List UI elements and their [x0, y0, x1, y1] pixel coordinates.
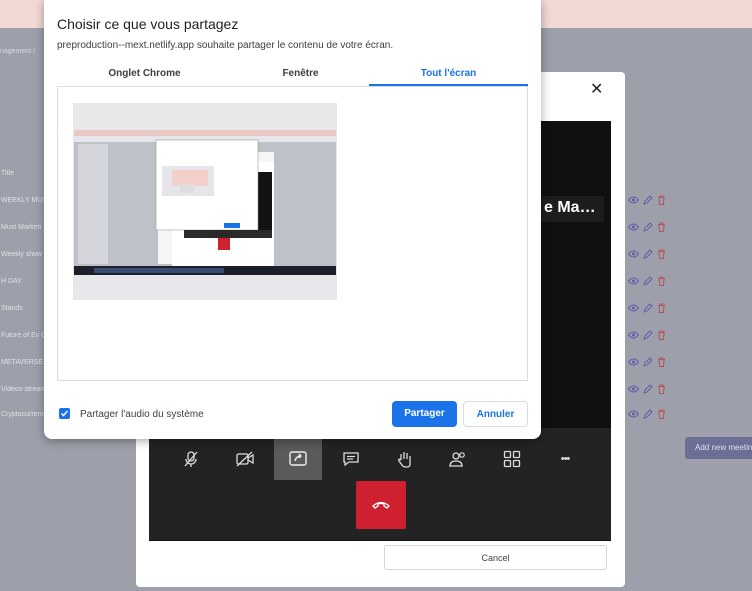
cancel-button[interactable]: Annuler	[463, 401, 528, 427]
hang-up-button[interactable]	[356, 481, 406, 529]
table-row-actions	[628, 222, 666, 232]
delete-icon[interactable]	[657, 195, 666, 205]
column-header-title: Title	[1, 170, 14, 177]
view-icon[interactable]	[628, 304, 639, 312]
table-row-title: Stands	[1, 305, 23, 312]
delete-icon[interactable]	[657, 330, 666, 340]
delete-icon[interactable]	[657, 357, 666, 367]
delete-icon[interactable]	[657, 222, 666, 232]
tab-chrome-tab[interactable]: Onglet Chrome	[57, 68, 232, 79]
view-icon[interactable]	[628, 410, 639, 418]
delete-icon[interactable]	[657, 249, 666, 259]
table-row-title: WEEKLY MUS	[1, 197, 48, 204]
grid-icon[interactable]	[488, 440, 536, 478]
video-title: e Ma…	[544, 199, 596, 216]
view-icon[interactable]	[628, 196, 639, 204]
edit-icon[interactable]	[643, 222, 653, 232]
phone-hangup-icon	[372, 501, 390, 509]
check-icon	[60, 410, 69, 417]
table-row-title: Cryptocurrenc	[1, 411, 45, 418]
edit-icon[interactable]	[643, 330, 653, 340]
edit-icon[interactable]	[643, 276, 653, 286]
edit-icon[interactable]	[643, 409, 653, 419]
camera-off-icon[interactable]	[221, 440, 269, 478]
share-screen-icon[interactable]	[274, 438, 322, 480]
dialog-title: Choisir ce que vous partagez	[57, 16, 239, 32]
table-row-title: Must Marketi	[1, 224, 42, 231]
table-row-actions	[628, 195, 666, 205]
table-row-actions	[628, 303, 666, 313]
edit-icon[interactable]	[643, 249, 653, 259]
view-icon[interactable]	[628, 358, 639, 366]
table-row-actions	[628, 276, 666, 286]
share-audio-label: Partager l'audio du système	[80, 409, 204, 420]
raise-hand-icon[interactable]	[381, 440, 429, 478]
table-row-title: METAVERSE E	[1, 359, 50, 366]
table-row-title: H DAY	[1, 278, 22, 285]
view-icon[interactable]	[628, 250, 639, 258]
delete-icon[interactable]	[657, 384, 666, 394]
view-icon[interactable]	[628, 223, 639, 231]
screen-thumbnail-image	[74, 130, 336, 275]
edit-icon[interactable]	[643, 195, 653, 205]
view-icon[interactable]	[628, 385, 639, 393]
view-icon[interactable]	[628, 331, 639, 339]
edit-icon[interactable]	[643, 303, 653, 313]
table-row-actions	[628, 330, 666, 340]
breadcrumb: nagement /	[0, 48, 36, 55]
share-audio-checkbox[interactable]	[59, 408, 70, 419]
view-icon[interactable]	[628, 277, 639, 285]
edit-icon[interactable]	[643, 384, 653, 394]
close-icon[interactable]: ✕	[590, 82, 603, 98]
delete-icon[interactable]	[657, 303, 666, 313]
table-row-actions	[628, 384, 666, 394]
table-row-actions	[628, 249, 666, 259]
table-row-title: Weekly show	[1, 251, 43, 258]
table-row-actions	[628, 357, 666, 367]
tab-window[interactable]: Fenêtre	[232, 68, 369, 79]
table-row-actions	[628, 409, 666, 419]
dialog-subtitle: preproduction--mext.netlify.app souhaite…	[57, 40, 394, 51]
table-row-title: Future of Ev C	[1, 332, 47, 339]
delete-icon[interactable]	[657, 409, 666, 419]
meeting-cancel-button[interactable]: Cancel	[384, 545, 607, 570]
edit-icon[interactable]	[643, 357, 653, 367]
add-meeting-button[interactable]: Add new meetin	[685, 437, 752, 459]
share-button[interactable]: Partager	[392, 401, 457, 427]
tab-entire-screen[interactable]: Tout l'écran	[369, 68, 528, 79]
chat-icon[interactable]	[327, 440, 375, 478]
participants-icon[interactable]	[434, 440, 482, 478]
more-icon[interactable]: •••	[541, 440, 589, 478]
mic-off-icon[interactable]	[167, 440, 215, 478]
delete-icon[interactable]	[657, 276, 666, 286]
table-row-title: Videos-stream	[1, 386, 47, 393]
